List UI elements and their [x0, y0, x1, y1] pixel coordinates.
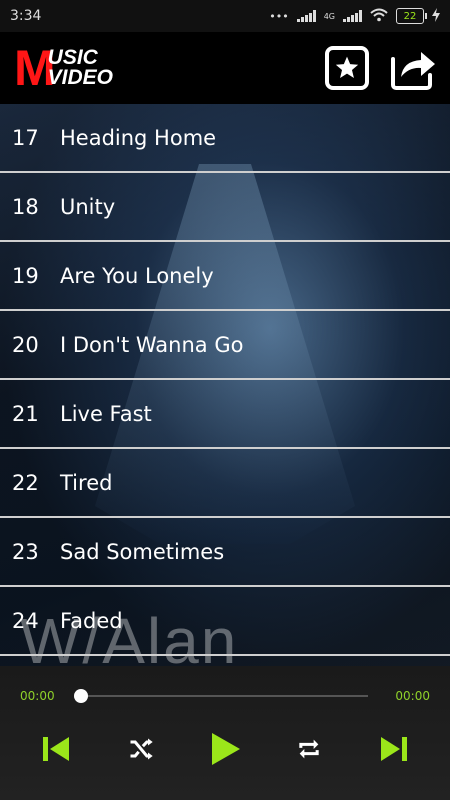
seek-knob[interactable] — [74, 689, 88, 703]
charging-icon — [432, 7, 440, 25]
skip-next-icon — [380, 737, 407, 761]
play-icon — [211, 733, 240, 765]
song-number: 21 — [12, 401, 39, 426]
favorites-button[interactable] — [322, 43, 372, 93]
app-header: M USIC VIDEO — [0, 32, 450, 104]
song-item-18[interactable]: 18 Unity — [0, 173, 450, 242]
logo-line-music: USIC — [47, 46, 98, 70]
song-number: 22 — [12, 470, 39, 495]
previous-button[interactable] — [36, 729, 76, 769]
signal-icon — [296, 10, 316, 22]
shuffle-icon — [130, 738, 153, 760]
share-icon — [391, 52, 435, 90]
next-button[interactable] — [374, 729, 414, 769]
song-title: Faded — [60, 608, 123, 633]
star-icon — [325, 46, 369, 90]
battery-level: 22 — [403, 10, 417, 22]
song-title: Are You Lonely — [60, 263, 214, 288]
song-list[interactable]: W/Alan 17 Heading Home 18 Unity 19 Are Y… — [0, 104, 450, 666]
status-bar: 3:34 ••• 4G 22 — [0, 0, 450, 32]
song-number: 20 — [12, 332, 39, 357]
player-bar: 00:00 00:00 — [0, 666, 450, 800]
current-time: 00:00 — [20, 689, 55, 703]
song-number: 19 — [12, 263, 39, 288]
repeat-button[interactable] — [289, 729, 329, 769]
shuffle-button[interactable] — [121, 729, 161, 769]
logo-line-video: VIDEO — [47, 66, 114, 89]
song-title: Sad Sometimes — [60, 539, 225, 564]
song-number: 17 — [12, 125, 39, 150]
song-title: Heading Home — [60, 125, 217, 150]
battery-icon: 22 — [396, 8, 427, 24]
network-type: 4G — [323, 11, 335, 21]
signal-icon-2 — [343, 10, 362, 22]
wifi-icon — [370, 8, 388, 25]
total-time: 00:00 — [395, 689, 430, 703]
status-time: 3:34 — [10, 8, 42, 24]
song-item-23[interactable]: 23 Sad Sometimes — [0, 518, 450, 587]
song-item-19[interactable]: 19 Are You Lonely — [0, 242, 450, 311]
song-title: I Don't Wanna Go — [60, 332, 244, 357]
song-title: Tired — [60, 470, 113, 495]
skip-previous-icon — [43, 737, 70, 761]
song-number: 24 — [12, 608, 39, 633]
share-button[interactable] — [388, 43, 438, 93]
status-icons: ••• 4G 22 — [269, 7, 440, 25]
song-item-17[interactable]: 17 Heading Home — [0, 104, 450, 173]
play-button[interactable] — [205, 729, 245, 769]
song-item-20[interactable]: 20 I Don't Wanna Go — [0, 311, 450, 380]
dots-icon: ••• — [269, 9, 289, 23]
song-title: Unity — [60, 194, 116, 219]
app-logo: M USIC VIDEO — [14, 43, 113, 93]
song-item-24[interactable]: 24 Faded — [0, 587, 450, 656]
repeat-icon — [299, 739, 320, 759]
song-item-22[interactable]: 22 Tired — [0, 449, 450, 518]
song-item-21[interactable]: 21 Live Fast — [0, 380, 450, 449]
song-number: 18 — [12, 194, 39, 219]
song-title: Live Fast — [60, 401, 152, 426]
seek-bar[interactable] — [74, 689, 368, 703]
song-number: 23 — [12, 539, 39, 564]
